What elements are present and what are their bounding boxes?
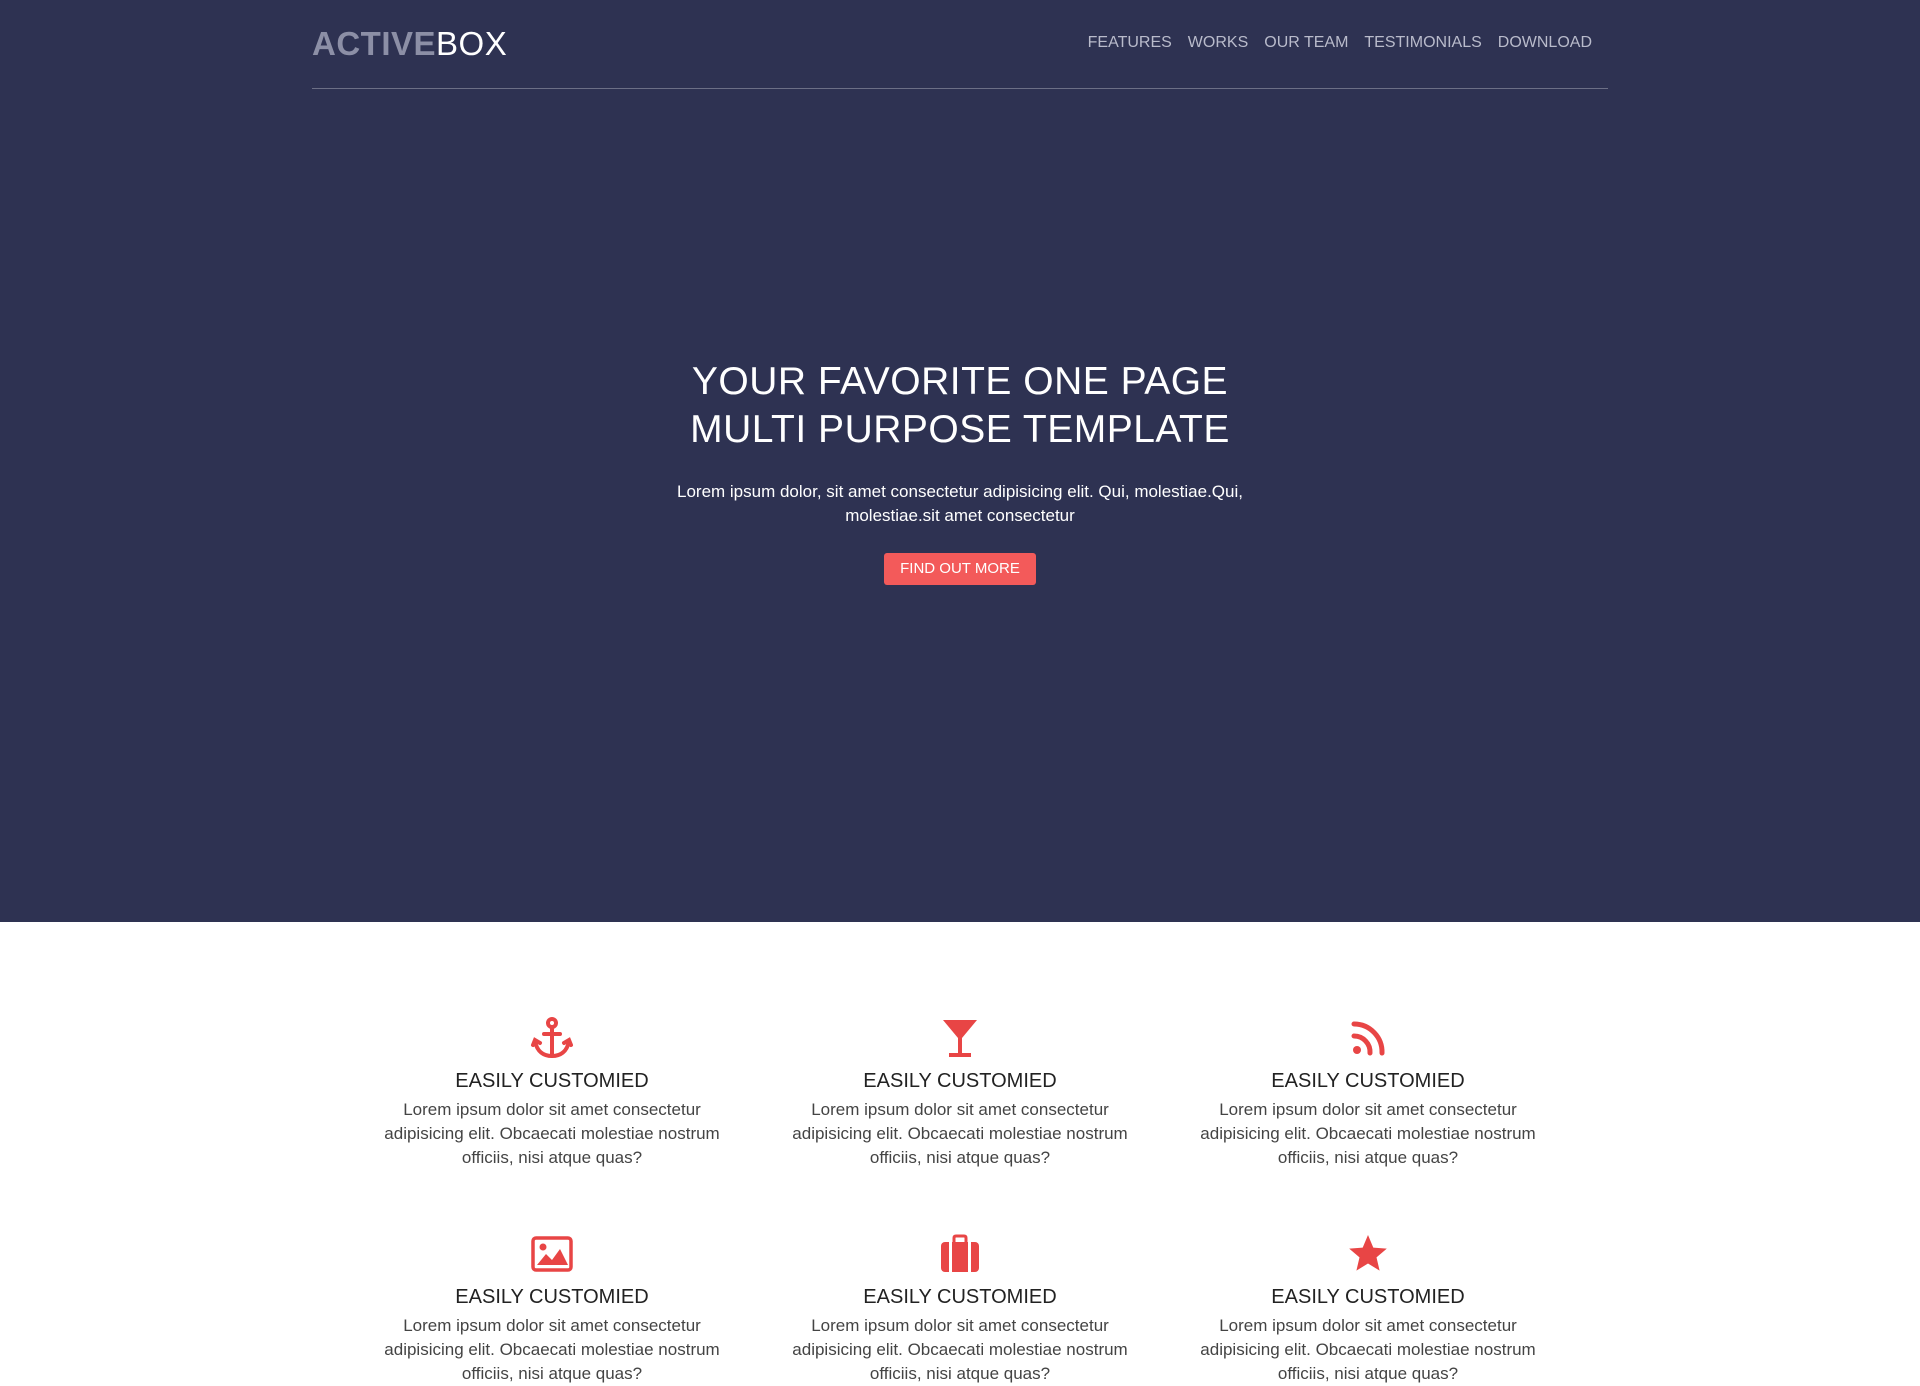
feature-text: Lorem ipsum dolor sit amet consectetur a… [792, 1316, 1128, 1383]
hero-section: ACTIVEBOX FEATURES WORKS OUR TEAM TESTIM… [0, 0, 1920, 922]
find-out-more-button[interactable]: FIND OUT MORE [884, 553, 1036, 585]
feature-title: EASILY CUSTOMIED [863, 1070, 1057, 1092]
brand-logo-light: BOX [436, 25, 508, 62]
anchor-icon [530, 1016, 574, 1060]
star-icon [1346, 1232, 1390, 1276]
hero-title: YOUR FAVORITE ONE PAGE MULTI PURPOSE TEM… [0, 358, 1920, 454]
image-icon [530, 1232, 574, 1276]
rss-icon [1346, 1016, 1390, 1060]
feature-text: Lorem ipsum dolor sit amet consectetur a… [384, 1100, 720, 1167]
cocktail-icon [938, 1016, 982, 1060]
feature-title: EASILY CUSTOMIED [1271, 1070, 1465, 1092]
nav-link-testimonials[interactable]: TESTIMONIALS [1356, 32, 1489, 54]
feature-card: EASILY CUSTOMIED Lorem ipsum dolor sit a… [756, 1232, 1164, 1386]
feature-card: EASILY CUSTOMIED Lorem ipsum dolor sit a… [348, 1232, 756, 1386]
hero-subtitle: Lorem ipsum dolor, sit amet consectetur … [677, 482, 1243, 525]
nav-link-our-team[interactable]: OUR TEAM [1256, 32, 1356, 54]
brand-logo[interactable]: ACTIVEBOX [312, 26, 507, 62]
feature-card: EASILY CUSTOMIED Lorem ipsum dolor sit a… [1164, 1016, 1572, 1170]
feature-text: Lorem ipsum dolor sit amet consectetur a… [1200, 1316, 1536, 1383]
feature-title: EASILY CUSTOMIED [863, 1286, 1057, 1308]
nav-link-works[interactable]: WORKS [1180, 32, 1256, 54]
nav-link-download[interactable]: DOWNLOAD [1490, 32, 1600, 54]
feature-title: EASILY CUSTOMIED [1271, 1286, 1465, 1308]
features-section: EASILY CUSTOMIED Lorem ipsum dolor sit a… [0, 922, 1920, 1383]
brand-logo-bold: ACTIVE [312, 25, 437, 62]
feature-title: EASILY CUSTOMIED [455, 1286, 649, 1308]
feature-text: Lorem ipsum dolor sit amet consectetur a… [1200, 1100, 1536, 1167]
feature-card: EASILY CUSTOMIED Lorem ipsum dolor sit a… [756, 1016, 1164, 1170]
briefcase-icon [938, 1232, 982, 1276]
navbar: ACTIVEBOX FEATURES WORKS OUR TEAM TESTIM… [312, 0, 1608, 89]
feature-text: Lorem ipsum dolor sit amet consectetur a… [384, 1316, 720, 1383]
hero-title-line-1: YOUR FAVORITE ONE PAGE [691, 360, 1229, 403]
nav-link-features[interactable]: FEATURES [1080, 32, 1180, 54]
feature-card: EASILY CUSTOMIED Lorem ipsum dolor sit a… [348, 1016, 756, 1170]
feature-text: Lorem ipsum dolor sit amet consectetur a… [792, 1100, 1128, 1167]
hero-title-line-2: MULTI PURPOSE TEMPLATE [690, 408, 1230, 451]
feature-title: EASILY CUSTOMIED [455, 1070, 649, 1092]
feature-card: EASILY CUSTOMIED Lorem ipsum dolor sit a… [1164, 1232, 1572, 1386]
nav-menu: FEATURES WORKS OUR TEAM TESTIMONIALS DOW… [1080, 32, 1600, 54]
